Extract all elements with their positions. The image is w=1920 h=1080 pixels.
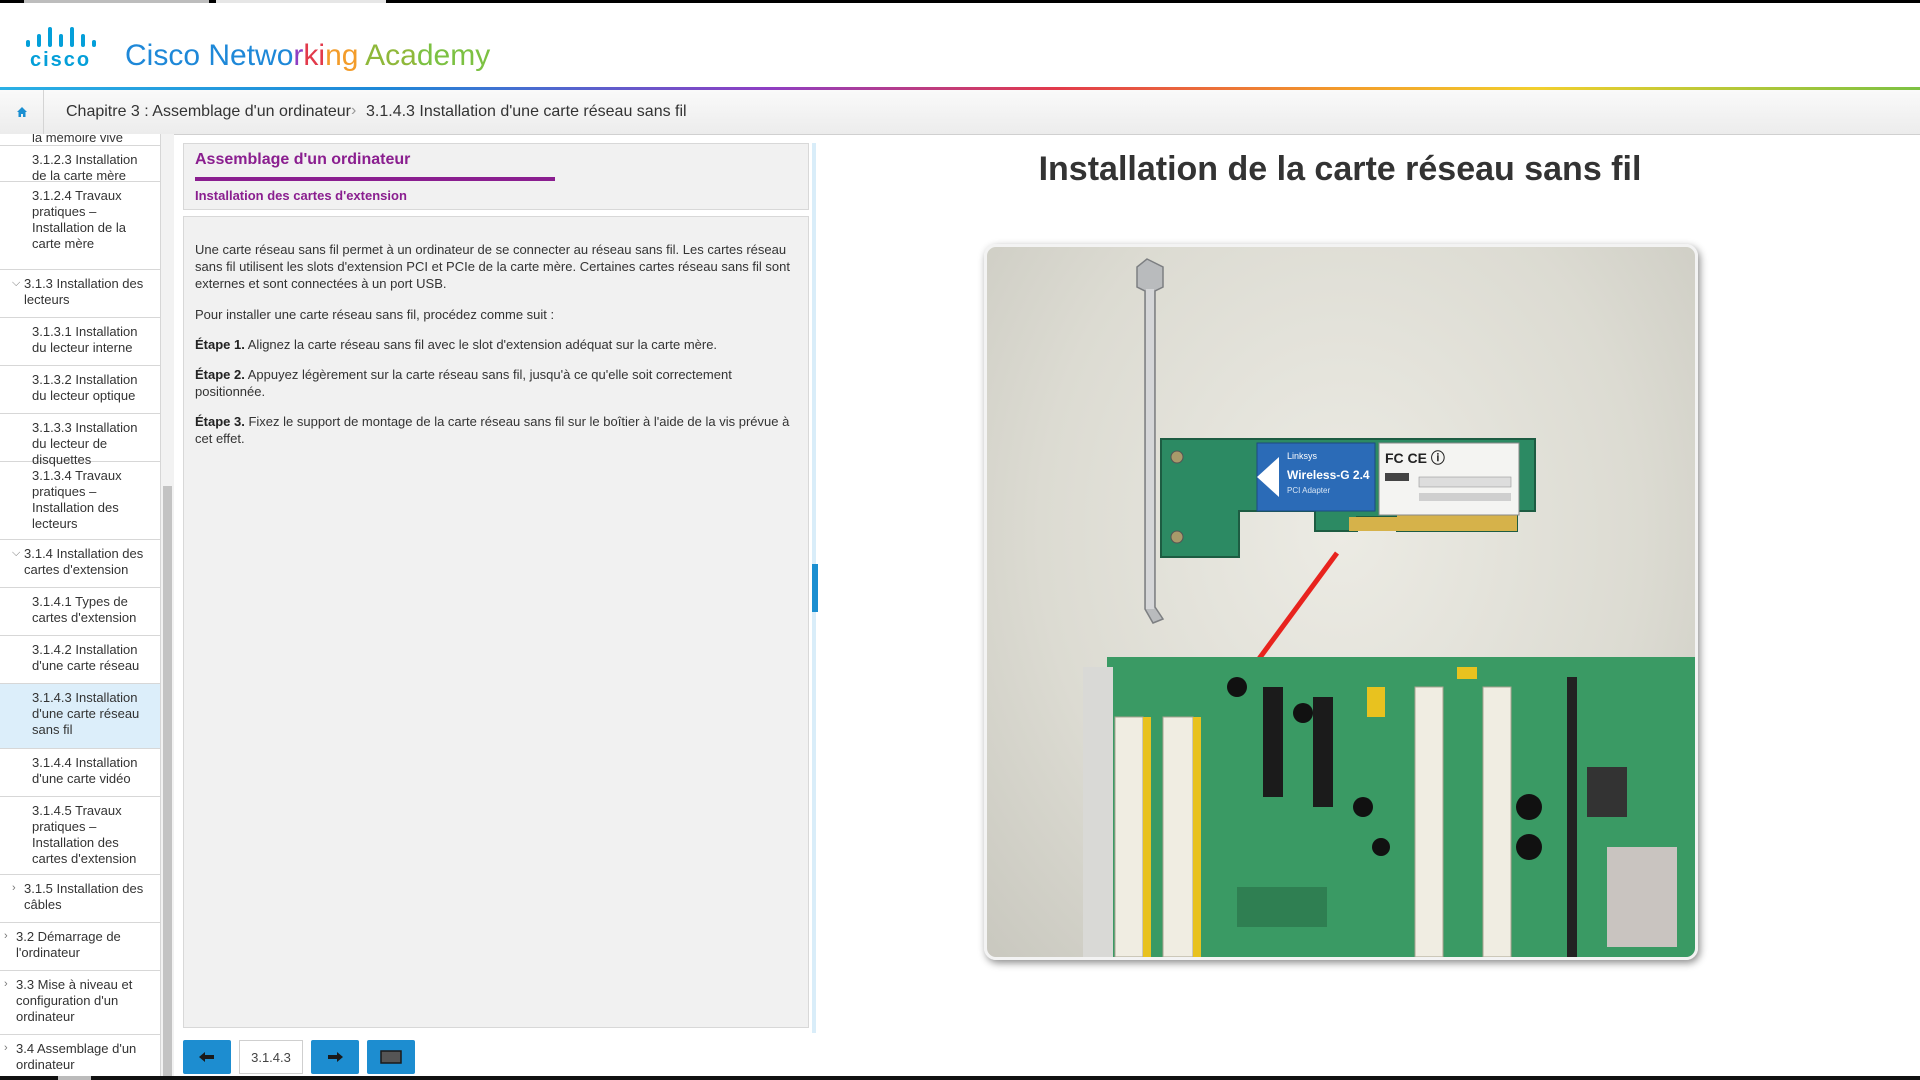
motherboard xyxy=(1083,657,1695,957)
step-2-label: Étape 2. xyxy=(195,367,245,382)
step-3: Étape 3. Fixez le support de montage de … xyxy=(195,413,795,447)
sidebar-item-label: 3.2 Démarrage de l'ordinateur xyxy=(16,929,121,960)
step-2: Étape 2. Appuyez légèrement sur la carte… xyxy=(195,366,795,400)
wireless-card-install-photo: Linksys Wireless-G 2.4 PCI Adapter FC CE… xyxy=(984,244,1698,960)
step-3-text: Fixez le support de montage de la carte … xyxy=(195,414,790,446)
step-3-label: Étape 3. xyxy=(195,414,245,429)
chevron-right-icon[interactable]: › xyxy=(12,880,16,896)
sidebar-item-label: 3.1.4.4 Installation d'une carte vidéo xyxy=(32,755,138,786)
app-title-segment: demy xyxy=(416,39,491,72)
sidebar-item[interactable]: 3.1.4.2 Installation d'une carte réseau xyxy=(0,636,160,684)
sidebar-item[interactable]: 3.1.3.2 Installation du lecteur optique xyxy=(0,366,160,414)
app-title-segment: ki xyxy=(303,39,326,72)
bottom-status-strip xyxy=(0,1076,1920,1080)
previous-button[interactable] xyxy=(183,1040,231,1074)
install-illustration: Linksys Wireless-G 2.4 PCI Adapter FC CE… xyxy=(1083,258,1695,957)
app-header: cisco Cisco Networking Academy xyxy=(0,3,1920,89)
sidebar-item[interactable]: 3.1.4.1 Types de cartes d'extension xyxy=(0,588,160,636)
sidebar-item-label: 3.1.5 Installation des câbles xyxy=(24,881,144,912)
intro-paragraph: Une carte réseau sans fil permet à un or… xyxy=(195,242,790,291)
next-button[interactable] xyxy=(311,1040,359,1074)
sidebar-item-label: 3.1.3.1 Installation du lecteur interne xyxy=(32,324,138,355)
sidebar-item[interactable]: › 3.1.5 Installation des câbles xyxy=(0,875,160,923)
sidebar-item-label: la mémoire vive xyxy=(32,134,124,145)
instructions-intro: Pour installer une carte réseau sans fil… xyxy=(195,307,555,322)
sidebar-item[interactable]: 3.1.2.3 Installation de la carte mère xyxy=(0,146,160,183)
sidebar-item[interactable]: 3.1.2.4 Travaux pratiques – Installation… xyxy=(0,182,160,270)
sidebar-item-label: 3.1.3.3 Installation du lecteur de disqu… xyxy=(32,420,138,467)
home-button[interactable] xyxy=(0,90,44,134)
cisco-wordmark: cisco xyxy=(30,49,92,71)
sidebar-item[interactable]: › 3.3 Mise à niveau et configuration d'un… xyxy=(0,971,160,1035)
sidebar-item-label: 3.1.3.4 Travaux pratiques – Installation… xyxy=(32,468,122,531)
chevron-down-icon[interactable]: ⌵ xyxy=(12,275,20,291)
media-title: Installation de la carte réseau sans fil xyxy=(1038,150,1642,188)
course-nav-sidebar: la mémoire vive 3.1.2.3 Installation de l… xyxy=(0,134,161,1078)
step-2-text: Appuyez légèrement sur la carte réseau s… xyxy=(195,367,732,399)
sidebar-item-label: 3.4 Assemblage d'un ordinateur xyxy=(16,1041,137,1072)
card-model: Wireless-G 2.4 xyxy=(1287,468,1370,482)
sidebar-item-label: 3.1.4.2 Installation d'une carte réseau xyxy=(32,642,140,673)
media-toggle-button[interactable] xyxy=(367,1040,415,1074)
sidebar-item-label: 3.1.2.3 Installation de la carte mère xyxy=(32,152,138,183)
sidebar-item-label: 3.1.3.2 Installation du lecteur optique xyxy=(32,372,138,403)
section-title: Assemblage d'un ordinateur xyxy=(195,151,411,168)
sidebar-item-label: 3.1.4 Installation des cartes d'extensio… xyxy=(24,546,144,577)
sidebar-item[interactable]: 3.1.4.5 Travaux pratiques – Installation… xyxy=(0,797,160,875)
sidebar-item[interactable]: › 3.4 Assemblage d'un ordinateur xyxy=(0,1035,160,1078)
step-1: Étape 1. Alignez la carte réseau sans fi… xyxy=(195,336,795,353)
sidebar-item[interactable]: 3.1.3.1 Installation du lecteur interne xyxy=(0,318,160,366)
chevron-right-icon[interactable]: › xyxy=(4,928,8,944)
sidebar-item[interactable]: 3.1.4.3 Installation d'une carte réseau … xyxy=(0,684,160,749)
sidebar-item-label: 3.1.4.3 Installation d'une carte réseau … xyxy=(32,690,140,737)
section-subtitle: Installation des cartes d'extension xyxy=(195,188,407,203)
sidebar-item-label: 3.3 Mise à niveau et configuration d'un … xyxy=(16,977,133,1024)
arrow-right-icon xyxy=(328,1052,343,1062)
sidebar-item[interactable]: 3.1.3.3 Installation du lecteur de disqu… xyxy=(0,414,160,467)
mounting-bracket xyxy=(1136,258,1165,624)
sidebar-item-label: 3.1.4.5 Travaux pratiques – Installation… xyxy=(32,803,137,866)
arrow-left-icon xyxy=(199,1052,214,1062)
section-header: Assemblage d'un ordinateur Installation … xyxy=(183,143,809,210)
app-title: Cisco Networking Academy xyxy=(125,39,490,73)
app-title-segment: ng xyxy=(325,39,366,72)
sidebar-item[interactable]: ⌵ 3.1.3 Installation des lecteurs xyxy=(0,270,160,318)
app-title-segment: Cisco Netwo xyxy=(125,39,294,72)
sidebar-scrollbar-thumb[interactable] xyxy=(163,486,172,1076)
sidebar-item[interactable]: › 3.2 Démarrage de l'ordinateur xyxy=(0,923,160,971)
breadcrumb-page: 3.1.4.3 Installation d'une carte réseau … xyxy=(366,103,687,120)
sidebar-item[interactable]: 3.1.3.4 Travaux pratiques – Installation… xyxy=(0,462,160,540)
home-icon xyxy=(16,107,27,117)
cisco-logo[interactable]: cisco xyxy=(24,25,108,71)
breadcrumb: Chapitre 3 : Assemblage d'un ordinateur … xyxy=(0,90,1920,135)
screen-icon xyxy=(380,1050,402,1064)
app-title-segment: Aca xyxy=(365,39,417,72)
sidebar-item-label: 3.1.2.4 Travaux pratiques – Installation… xyxy=(32,188,126,251)
app-title-segment: r xyxy=(293,39,304,72)
wireless-network-card: Linksys Wireless-G 2.4 PCI Adapter FC CE… xyxy=(1160,438,1536,558)
step-1-text: Alignez la carte réseau sans fil avec le… xyxy=(244,337,718,352)
certification-marks: FC CE ⓘ xyxy=(1385,450,1445,466)
chevron-right-icon[interactable]: › xyxy=(4,976,8,992)
page-number: 3.1.4.3 xyxy=(239,1040,303,1074)
section-title-underline xyxy=(195,177,555,181)
card-subtitle: PCI Adapter xyxy=(1287,486,1330,495)
sidebar-item[interactable]: la mémoire vive xyxy=(0,134,160,146)
sidebar-item-label: 3.1.3 Installation des lecteurs xyxy=(24,276,144,307)
step-1-label: Étape 1. xyxy=(195,337,245,352)
sidebar-item-label: 3.1.4.1 Types de cartes d'extension xyxy=(32,594,137,625)
panel-splitter-handle[interactable] xyxy=(812,564,818,612)
card-brand: Linksys xyxy=(1287,451,1318,461)
chevron-right-icon[interactable]: › xyxy=(4,1040,8,1056)
chevron-down-icon[interactable]: ⌵ xyxy=(12,545,20,561)
sidebar-item[interactable]: ⌵ 3.1.4 Installation des cartes d'extensi… xyxy=(0,540,160,588)
breadcrumb-chapter[interactable]: Chapitre 3 : Assemblage d'un ordinateur xyxy=(66,103,351,121)
chevron-right-icon: › xyxy=(351,102,357,119)
cisco-bridge-icon xyxy=(26,25,106,47)
sidebar-item[interactable]: 3.1.4.4 Installation d'une carte vidéo xyxy=(0,749,160,797)
content-text-panel: Une carte réseau sans fil permet à un or… xyxy=(183,216,809,1028)
